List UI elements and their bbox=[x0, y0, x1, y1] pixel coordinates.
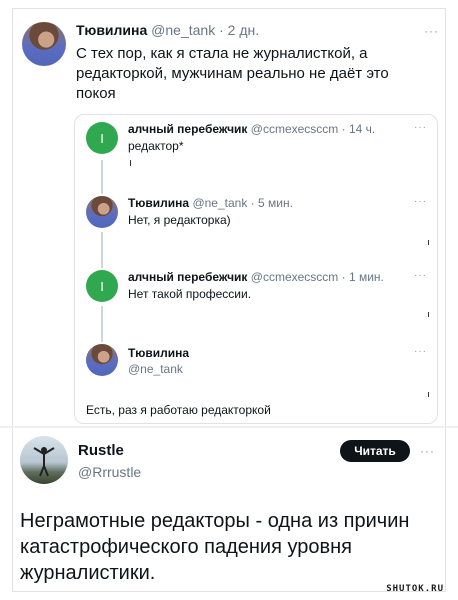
stray-mark bbox=[130, 160, 131, 166]
reply-meta[interactable]: @ccmexecsccm · 14 ч. bbox=[251, 122, 375, 136]
thread-connector bbox=[101, 306, 103, 342]
stray-mark bbox=[428, 312, 429, 317]
follow-button[interactable]: Читать bbox=[340, 440, 410, 462]
tweet-text: Неграмотные редакторы - одна из причин к… bbox=[20, 508, 430, 586]
avatar-letter: I bbox=[100, 278, 104, 294]
thread-connector bbox=[101, 232, 103, 268]
author-name[interactable]: Тювилина bbox=[76, 22, 147, 38]
author-name[interactable]: Rustle bbox=[78, 442, 124, 459]
watermark: SHUTOK.RU bbox=[386, 584, 444, 594]
author-handle[interactable]: @ne_tank bbox=[151, 22, 215, 38]
reply-meta[interactable]: @ne_tank · 5 мин. bbox=[192, 196, 292, 210]
person-silhouette-icon bbox=[33, 447, 55, 477]
tweet-text-line: редакторкой, мужчинам реально не даёт эт… bbox=[76, 65, 389, 82]
reply-author-name[interactable]: алчный перебежчик bbox=[128, 122, 247, 136]
reply-handle[interactable]: @ne_tank bbox=[128, 361, 183, 377]
reply-text: редактор* bbox=[128, 139, 184, 153]
tweet-text-line: Неграмотные редакторы - одна из причин bbox=[20, 510, 410, 532]
reply-author-name[interactable]: Тювилина bbox=[128, 346, 189, 360]
tweet-text: С тех пор, как я стала не журналисткой, … bbox=[76, 44, 436, 104]
tweet-text-line: покоя bbox=[76, 85, 116, 102]
reply-author-name[interactable]: алчный перебежчик bbox=[128, 270, 247, 284]
quoted-thread[interactable] bbox=[74, 114, 438, 424]
more-icon[interactable]: ··· bbox=[424, 24, 439, 38]
divider bbox=[0, 426, 458, 428]
thread-connector bbox=[101, 160, 103, 194]
reply-text: Нет такой профессии. bbox=[128, 287, 252, 301]
more-icon[interactable]: ··· bbox=[414, 196, 427, 207]
reply-author-name[interactable]: Тювилина bbox=[128, 196, 189, 210]
reply-author-line: алчный перебежчик @ccmexecsccm · 14 ч. bbox=[128, 122, 375, 136]
more-icon[interactable]: ··· bbox=[414, 346, 427, 357]
reply-text: Нет, я редакторка) bbox=[128, 213, 231, 227]
more-icon[interactable]: ··· bbox=[414, 270, 427, 281]
tweet-text-line: катастрофического падения уровня bbox=[20, 536, 353, 558]
tweet-text-line: журналистики. bbox=[20, 562, 156, 584]
avatar[interactable] bbox=[86, 344, 118, 376]
avatar[interactable]: I bbox=[86, 270, 118, 302]
avatar[interactable]: I bbox=[86, 122, 118, 154]
stray-mark bbox=[428, 392, 429, 397]
tweet-text-line: С тех пор, как я стала не журналисткой, … bbox=[76, 45, 368, 62]
author-handle[interactable]: @Rrrustle bbox=[78, 462, 141, 482]
avatar[interactable] bbox=[20, 436, 68, 484]
reply-composer-text: Есть, раз я работаю редакторкой bbox=[86, 403, 271, 417]
author-line: Тювилина @ne_tank · 2 дн. bbox=[76, 22, 259, 38]
reply-meta[interactable]: @ccmexecsccm · 1 мин. bbox=[251, 270, 384, 284]
avatar[interactable] bbox=[86, 196, 118, 228]
tweet-time[interactable]: · 2 дн. bbox=[219, 22, 259, 38]
avatar[interactable] bbox=[22, 22, 66, 66]
more-icon[interactable]: ··· bbox=[414, 122, 427, 133]
reply-author-line: алчный перебежчик @ccmexecsccm · 1 мин. bbox=[128, 270, 384, 284]
stray-mark bbox=[428, 240, 429, 245]
more-icon[interactable]: ··· bbox=[420, 444, 435, 458]
avatar-letter: I bbox=[100, 130, 104, 146]
reply-author-line: Тювилина @ne_tank · 5 мин. bbox=[128, 196, 293, 210]
